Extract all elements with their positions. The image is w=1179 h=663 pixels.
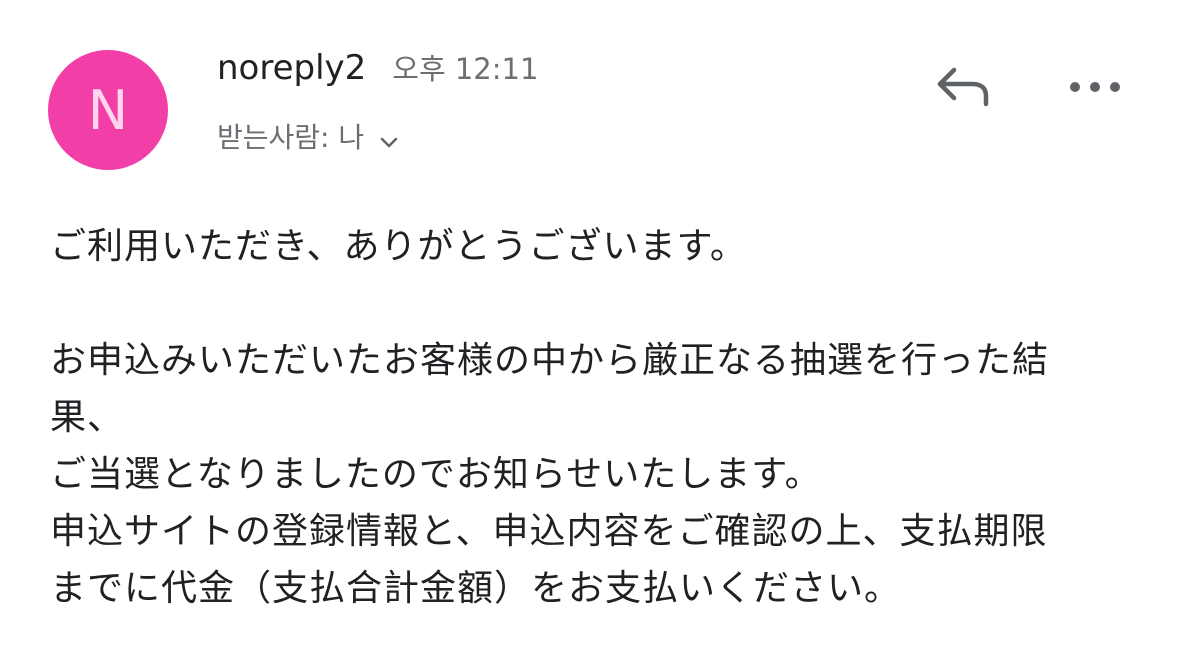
body-line: お申込みいただいたお客様の中から厳正なる抽選を行った結: [50, 340, 1050, 381]
reply-button[interactable]: [930, 60, 996, 116]
sent-time: 오후 12:11: [392, 52, 539, 86]
avatar-letter: N: [87, 78, 129, 142]
recipient-details-toggle[interactable]: 받는사람: 나: [217, 116, 400, 156]
body-line: までに代金（支払合計金額）をお支払いください。: [50, 568, 902, 609]
email-header: N noreply2 오후 12:11 받는사람: 나: [0, 0, 1179, 200]
sender-name[interactable]: noreply2: [217, 48, 366, 88]
body-line: ご当選となりましたのでお知らせいたします。: [50, 454, 822, 495]
email-body: ご利用いただき、ありがとうございます。 お申込みいただいたお客様の中から厳正なる…: [50, 218, 1150, 617]
sender-row: noreply2 오후 12:11: [217, 46, 538, 88]
sender-avatar[interactable]: N: [48, 50, 168, 170]
body-line: 果、: [50, 397, 125, 438]
recipient-label: 받는사람: 나: [217, 121, 365, 154]
body-line: [50, 275, 1150, 332]
body-line: 申込サイトの登録情報と、申込内容をご確認の上、支払期限: [50, 511, 1048, 552]
reply-icon: [934, 62, 992, 114]
chevron-down-icon: [378, 128, 400, 150]
more-icon: [1067, 79, 1123, 98]
more-options-button[interactable]: [1060, 60, 1130, 116]
body-line: ご利用いただき、ありがとうございます。: [50, 226, 747, 267]
